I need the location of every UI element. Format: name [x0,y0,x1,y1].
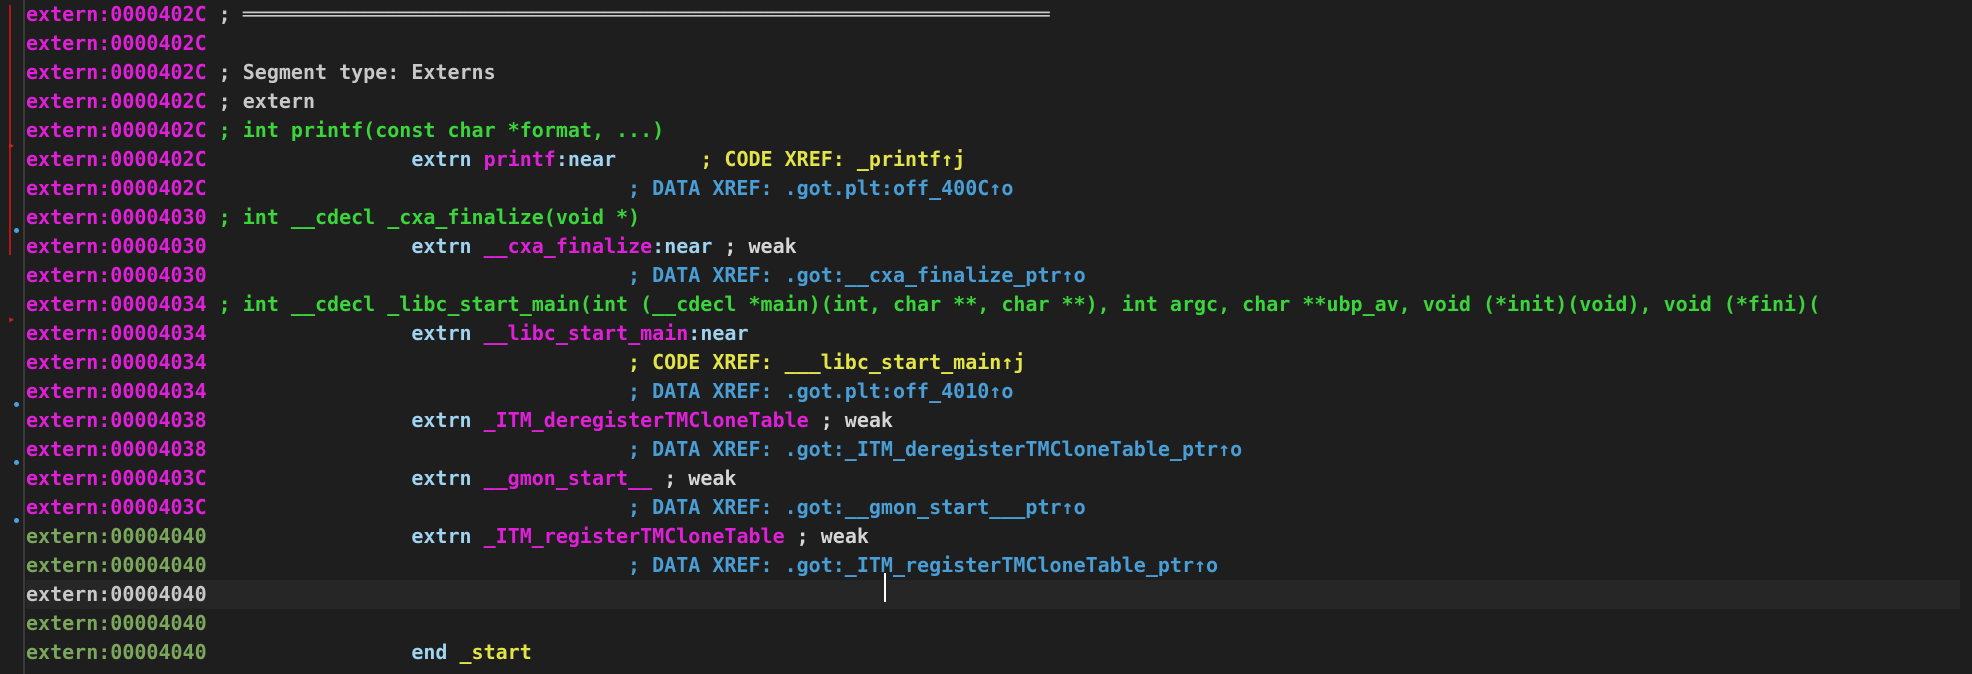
listing-line[interactable]: extern:00004030 ; int __cdecl _cxa_final… [26,203,640,232]
line-address[interactable]: extern:00004034 [26,350,207,374]
instruction-text: end [206,640,460,664]
listing-line[interactable]: extern:00004034 ; CODE XREF: ___libc_sta… [26,348,1025,377]
listing-line[interactable]: extern:0000402C ; Segment type: Externs [26,58,496,87]
line-address[interactable]: extern:00004040 [26,582,207,606]
listing-line[interactable]: extern:0000403C ; DATA XREF: .got:__gmon… [26,493,1086,522]
comment-text: ; weak [652,466,737,490]
line-address[interactable]: extern:00004040 [26,524,207,548]
line-address[interactable]: extern:0000402C [26,31,207,55]
comment-text: ; DATA XREF: .got:_ITM_registerTMCloneTa… [206,553,1219,577]
listing-line[interactable]: extern:00004040 [26,609,207,638]
line-address[interactable]: extern:00004040 [26,553,207,577]
line-address[interactable]: extern:00004030 [26,234,207,258]
comment-text: ; int printf(const char *format, ...) [206,118,665,142]
listing-line[interactable]: extern:00004030 extrn __cxa_finalize:nea… [26,232,797,261]
line-address[interactable]: extern:0000402C [26,118,207,142]
line-address[interactable]: extern:00004040 [26,611,207,635]
listing-line[interactable]: extern:0000402C extrn printf:near ; CODE… [26,145,965,174]
breakpoint-dot-icon [14,460,19,465]
breakpoint-dot-icon [14,402,19,407]
xref-jump-line [9,5,11,255]
comment-text: ; DATA XREF: .got:__gmon_start___ptr↑o [206,495,1086,519]
listing-line[interactable]: extern:00004040 extrn _ITM_registerTMClo… [26,522,869,551]
comment-text: ; int __cdecl _libc_start_main(int (__cd… [206,292,1821,316]
listing-line[interactable]: extern:00004034 ; int __cdecl _libc_star… [26,290,1820,319]
comment-text: ; int __cdecl _cxa_finalize(void *) [206,205,641,229]
line-address[interactable]: extern:0000402C [26,2,207,26]
line-address[interactable]: extern:0000403C [26,466,207,490]
comment-text: ════════════════════════════════════════… [242,2,1050,26]
line-address[interactable]: extern:0000403C [26,495,207,519]
instruction-text: :near [652,234,725,258]
listing-line[interactable]: extern:0000402C ; DATA XREF: .got.plt:of… [26,174,1013,203]
line-address[interactable]: extern:00004040 [26,640,207,664]
gutter-divider [23,0,25,674]
disassembly-view[interactable]: extern:0000402C ; ══════════════════════… [0,0,1972,674]
line-address[interactable]: extern:00004030 [26,263,207,287]
symbol-name[interactable]: _ITM_deregisterTMCloneTable [484,408,809,432]
symbol-name[interactable]: __libc_start_main [484,321,689,345]
instruction-text: :near [688,321,749,345]
listing-line[interactable]: extern:00004034 ; DATA XREF: .got.plt:of… [26,377,1013,406]
symbol-name[interactable]: __gmon_start__ [484,466,653,490]
comment-text: ; extern [206,89,315,113]
line-address[interactable]: extern:0000402C [26,176,207,200]
instruction-text: extrn [206,466,484,490]
listing-line[interactable]: extern:00004030 ; DATA XREF: .got:__cxa_… [26,261,1086,290]
listing-line[interactable]: extern:00004038 ; DATA XREF: .got:_ITM_d… [26,435,1242,464]
line-address[interactable]: extern:00004034 [26,321,207,345]
comment-text: ; DATA XREF: .got.plt:off_4010↑o [206,379,1014,403]
comment-text: ; weak [808,408,893,432]
comment-text: ; DATA XREF: .got.plt:off_400C↑o [206,176,1014,200]
xref-arrow-icon: ▸ [8,312,16,326]
breakpoint-dot-icon [14,228,19,233]
symbol-name[interactable]: printf [484,147,556,171]
listing-line[interactable]: extern:0000402C ; int printf(const char … [26,116,664,145]
comment-text: _start [459,640,532,664]
instruction-text: extrn [206,524,484,548]
comment-text: ; DATA XREF: .got:__cxa_finalize_ptr↑o [206,263,1086,287]
listing-line[interactable]: extern:0000402C [26,29,207,58]
comment-text: ; weak [784,524,869,548]
line-address[interactable]: extern:00004030 [26,205,207,229]
line-address[interactable]: extern:0000402C [26,147,207,171]
instruction-text: extrn [206,408,484,432]
line-address[interactable]: extern:00004038 [26,437,207,461]
comment-text: ; Segment type: Externs [206,60,496,84]
listing-line[interactable]: extern:0000403C extrn __gmon_start__ ; w… [26,464,736,493]
comment-text: ; DATA XREF: .got:_ITM_deregisterTMClone… [206,437,1243,461]
listing-line[interactable]: extern:00004040 ; DATA XREF: .got:_ITM_r… [26,551,1218,580]
listing-line[interactable]: extern:0000402C ; extern [26,87,315,116]
line-address[interactable]: extern:00004034 [26,292,207,316]
text-cursor [884,573,886,602]
comment-text: ; [206,2,243,26]
instruction-text: :near [555,147,701,171]
listing-line[interactable]: extern:00004040 [26,580,1960,609]
listing-line[interactable]: extern:00004038 extrn _ITM_deregisterTMC… [26,406,893,435]
line-address[interactable]: extern:00004034 [26,379,207,403]
instruction-text: extrn [206,321,484,345]
comment-text: ; CODE XREF: ___libc_start_main↑j [206,350,1026,374]
line-address[interactable]: extern:00004038 [26,408,207,432]
comment-text: ; weak [724,234,797,258]
comment-text: ; CODE XREF: _printf↑j [700,147,966,171]
instruction-text: extrn [206,147,484,171]
breakpoint-dot-icon [14,518,19,523]
xref-arrow-icon: ▸ [8,138,16,152]
symbol-name[interactable]: _ITM_registerTMCloneTable [484,524,785,548]
listing-line[interactable]: extern:00004034 extrn __libc_start_main:… [26,319,749,348]
listing-line[interactable]: extern:00004040 end _start [26,638,532,667]
line-address[interactable]: extern:0000402C [26,89,207,113]
line-address[interactable]: extern:0000402C [26,60,207,84]
listing-line[interactable]: extern:0000402C ; ══════════════════════… [26,0,1050,29]
xref-arrow-gutter [0,0,24,674]
instruction-text: extrn [206,234,484,258]
symbol-name[interactable]: __cxa_finalize [484,234,653,258]
